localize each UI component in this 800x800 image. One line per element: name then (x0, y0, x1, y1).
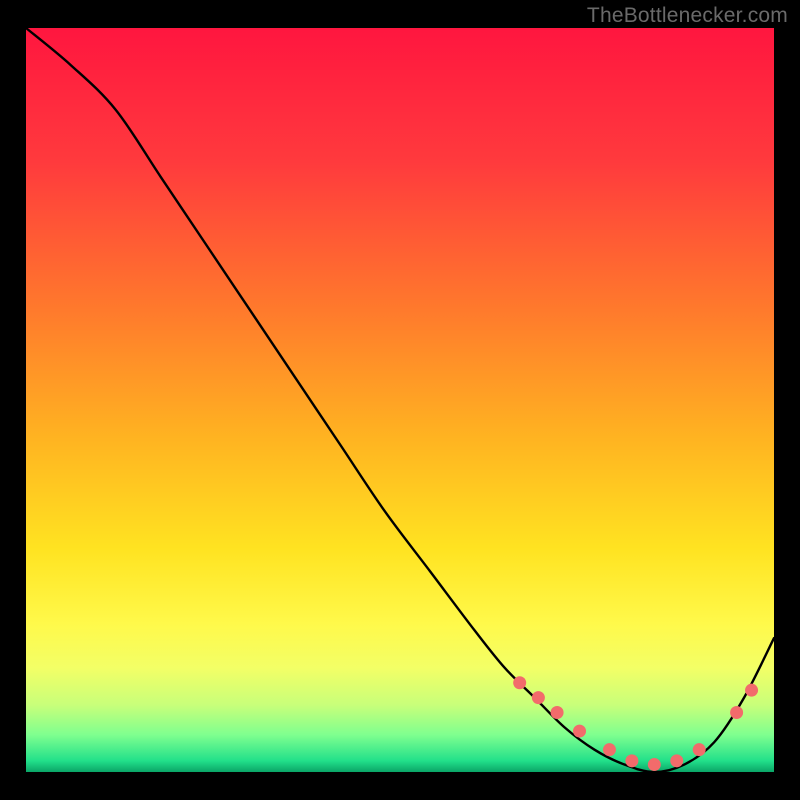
marker-dot (603, 743, 616, 756)
marker-dot (670, 754, 683, 767)
marker-dot (551, 706, 564, 719)
chart-background (26, 28, 774, 772)
bottleneck-chart (0, 0, 800, 800)
marker-dot (573, 725, 586, 738)
marker-dot (693, 743, 706, 756)
marker-dot (730, 706, 743, 719)
marker-dot (625, 754, 638, 767)
marker-dot (513, 676, 526, 689)
marker-dot (648, 758, 661, 771)
marker-dot (745, 684, 758, 697)
marker-dot (532, 691, 545, 704)
chart-stage: TheBottlenecker.com (0, 0, 800, 800)
